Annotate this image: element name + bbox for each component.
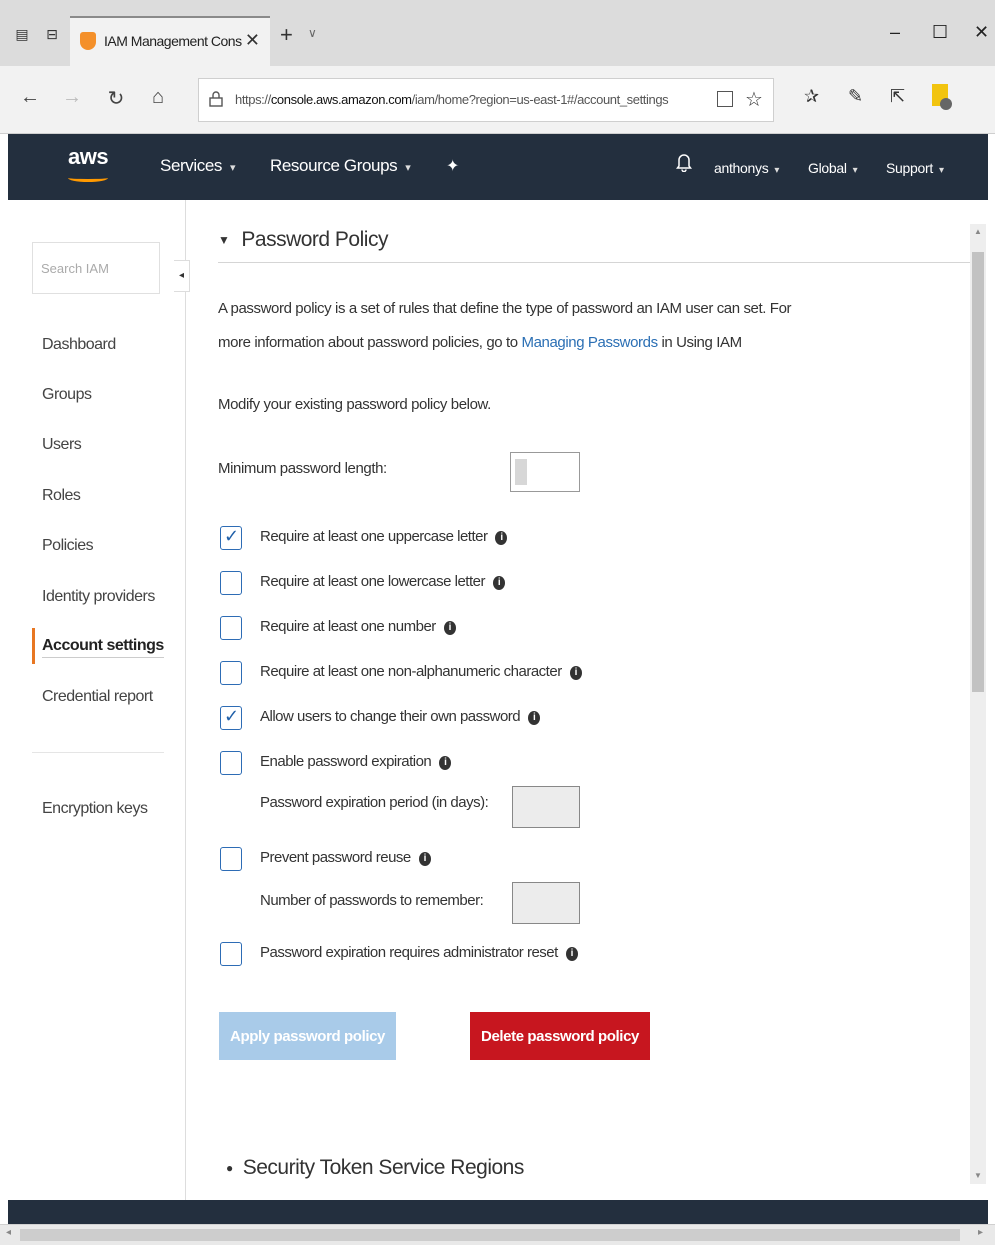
sidebar-item-credential-report[interactable]: Credential report bbox=[42, 688, 153, 706]
policy-description: A password policy is a set of rules that… bbox=[218, 300, 792, 351]
scroll-up-icon[interactable]: ▲ bbox=[970, 224, 986, 240]
scroll-down-icon[interactable]: ▼ bbox=[970, 1168, 986, 1184]
aws-logo[interactable]: aws bbox=[68, 144, 109, 170]
bell-icon[interactable] bbox=[676, 152, 692, 172]
uppercase-checkbox[interactable] bbox=[220, 526, 242, 550]
info-icon[interactable]: i bbox=[569, 666, 582, 680]
info-icon[interactable]: i bbox=[439, 756, 452, 770]
aws-logo-smile-icon bbox=[68, 174, 108, 182]
expiration-period-input[interactable] bbox=[512, 786, 580, 828]
extension-icon[interactable] bbox=[932, 84, 952, 110]
chevron-down-icon[interactable]: ∨ bbox=[308, 26, 317, 40]
aws-top-nav: aws Services ▾ Resource Groups ▾ ✦ anthony… bbox=[8, 134, 988, 200]
maximize-icon[interactable]: ☐ bbox=[932, 22, 948, 43]
tab-title: IAM Management Cons bbox=[104, 33, 242, 49]
allow-change-checkbox[interactable] bbox=[220, 706, 242, 730]
chevron-down-icon: ▾ bbox=[405, 162, 411, 174]
pin-icon[interactable]: ✦ bbox=[446, 156, 459, 176]
info-icon[interactable]: i bbox=[528, 711, 541, 725]
sidebar-item-policies[interactable]: Policies bbox=[42, 537, 94, 555]
non-alphanumeric-checkbox[interactable] bbox=[220, 661, 242, 685]
info-icon[interactable]: i bbox=[492, 576, 505, 590]
url-text: https://console.aws.amazon.com/iam/home?… bbox=[235, 92, 669, 107]
sidebar-item-account-settings[interactable]: Account settings bbox=[42, 637, 164, 658]
minimize-icon[interactable]: – bbox=[890, 22, 900, 43]
info-icon[interactable]: i bbox=[443, 621, 456, 635]
user-menu[interactable]: anthonys ▾ bbox=[714, 160, 779, 176]
admin-reset-checkbox[interactable] bbox=[220, 942, 242, 966]
prevent-reuse-checkbox[interactable] bbox=[220, 847, 242, 871]
close-window-icon[interactable]: ✕ bbox=[974, 22, 989, 43]
section-divider bbox=[218, 262, 970, 263]
chevron-down-icon: ▾ bbox=[938, 165, 944, 176]
lowercase-checkbox[interactable] bbox=[220, 571, 242, 595]
refresh-icon[interactable]: ↻ bbox=[104, 86, 128, 111]
services-menu[interactable]: Services ▾ bbox=[160, 156, 236, 176]
forward-icon[interactable]: → bbox=[60, 86, 84, 109]
support-menu[interactable]: Support ▾ bbox=[886, 160, 944, 176]
sidebar-item-encryption-keys[interactable]: Encryption keys bbox=[42, 800, 148, 818]
sts-regions-header[interactable]: ● Security Token Service Regions bbox=[226, 1156, 524, 1180]
share-icon[interactable]: ⇱ bbox=[890, 86, 905, 107]
caret-down-icon: ▼ bbox=[218, 233, 230, 248]
sidebar-item-users[interactable]: Users bbox=[42, 436, 82, 454]
lock-icon bbox=[209, 91, 223, 107]
min-length-stepper[interactable]: 6 bbox=[510, 452, 580, 492]
info-icon[interactable]: i bbox=[565, 947, 578, 961]
chevron-down-icon: ▾ bbox=[230, 162, 236, 174]
remember-count-input[interactable] bbox=[512, 882, 580, 924]
horizontal-scrollbar[interactable]: ◂ ▸ bbox=[0, 1224, 995, 1245]
chevron-down-icon: ▾ bbox=[852, 165, 858, 176]
sidebar-item-groups[interactable]: Groups bbox=[42, 386, 92, 404]
number-checkbox[interactable] bbox=[220, 616, 242, 640]
iam-sidebar: Search IAM ◂ Dashboard Groups Users Role… bbox=[8, 200, 190, 1200]
home-icon[interactable]: ⌂ bbox=[146, 86, 170, 109]
caret-right-icon: ● bbox=[226, 1161, 233, 1176]
info-icon[interactable]: i bbox=[495, 531, 508, 545]
scroll-left-icon[interactable]: ◂ bbox=[6, 1227, 11, 1238]
tab-close-icon[interactable]: ✕ bbox=[245, 30, 260, 51]
info-icon[interactable]: i bbox=[418, 852, 431, 866]
sidebar-item-dashboard[interactable]: Dashboard bbox=[42, 336, 116, 354]
sidebar-item-roles[interactable]: Roles bbox=[42, 487, 81, 505]
expiration-period-label: Password expiration period (in days): bbox=[260, 794, 489, 811]
set-tabs-aside-icon[interactable]: ⊟ bbox=[44, 26, 60, 42]
url-field[interactable]: https://console.aws.amazon.com/iam/home?… bbox=[198, 78, 774, 122]
main-content: ▼ Password Policy A password policy is a … bbox=[190, 200, 970, 1200]
back-icon[interactable]: ← bbox=[18, 86, 42, 109]
region-menu[interactable]: Global ▾ bbox=[808, 160, 858, 176]
browser-tab-strip: ▤ ⊟ IAM Management Cons ✕ + ∨ – ☐ ✕ bbox=[0, 0, 995, 66]
collapse-sidebar-icon[interactable]: ◂ bbox=[174, 260, 190, 292]
hscrollbar-thumb[interactable] bbox=[20, 1229, 960, 1241]
sidebar-item-identity-providers[interactable]: Identity providers bbox=[42, 588, 155, 606]
tab-preview-icon[interactable]: ▤ bbox=[14, 26, 30, 42]
active-indicator bbox=[32, 628, 35, 664]
remember-count-label: Number of passwords to remember: bbox=[260, 892, 484, 909]
vertical-scrollbar[interactable]: ▲ ▼ bbox=[970, 224, 986, 1184]
search-iam-input[interactable]: Search IAM bbox=[32, 242, 160, 294]
pen-icon[interactable]: ✎ bbox=[848, 86, 863, 107]
aws-favicon-icon bbox=[80, 32, 96, 50]
sidebar-divider bbox=[32, 752, 164, 753]
modify-instruction: Modify your existing password policy bel… bbox=[218, 396, 491, 413]
chevron-down-icon: ▾ bbox=[774, 165, 780, 176]
scroll-right-icon[interactable]: ▸ bbox=[978, 1227, 983, 1238]
resource-groups-menu[interactable]: Resource Groups ▾ bbox=[270, 156, 411, 176]
favorites-icon[interactable]: ✰ bbox=[804, 86, 819, 107]
browser-window: ▤ ⊟ IAM Management Cons ✕ + ∨ – ☐ ✕ ← → … bbox=[0, 0, 995, 1245]
password-policy-header[interactable]: ▼ Password Policy bbox=[218, 228, 388, 252]
aws-footer bbox=[8, 1200, 988, 1224]
spinner-icon[interactable] bbox=[515, 459, 527, 485]
scrollbar-thumb[interactable] bbox=[972, 252, 984, 692]
expiration-checkbox[interactable] bbox=[220, 751, 242, 775]
address-bar: ← → ↻ ⌂ https://console.aws.amazon.com/i… bbox=[0, 66, 995, 134]
apply-password-policy-button[interactable]: Apply password policy bbox=[219, 1012, 396, 1060]
reading-view-icon[interactable] bbox=[717, 91, 733, 107]
delete-password-policy-button[interactable]: Delete password policy bbox=[470, 1012, 650, 1060]
favorite-star-icon[interactable]: ☆ bbox=[745, 87, 763, 112]
managing-passwords-link[interactable]: Managing Passwords bbox=[521, 334, 658, 351]
new-tab-icon[interactable]: + bbox=[280, 22, 293, 48]
browser-tab[interactable]: IAM Management Cons ✕ bbox=[70, 16, 270, 66]
min-length-label: Minimum password length: bbox=[218, 460, 387, 477]
